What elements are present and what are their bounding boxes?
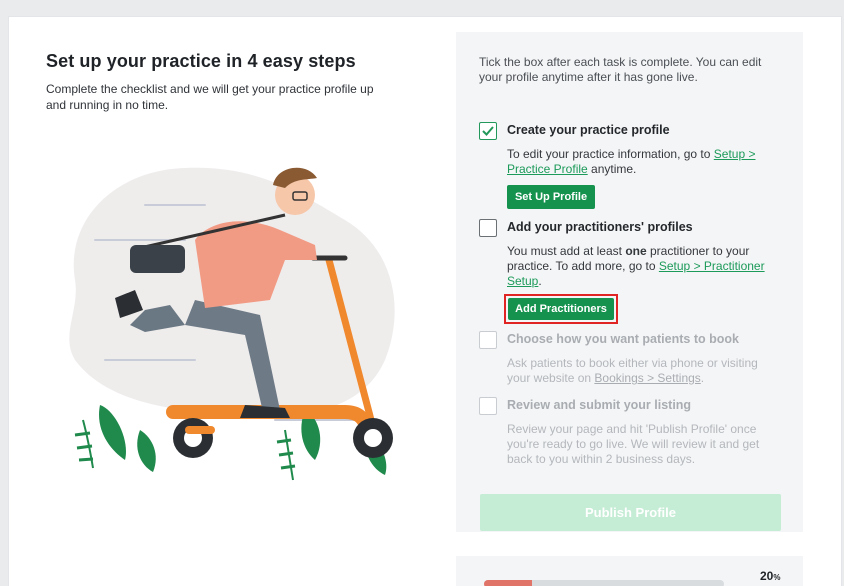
leaf-decoration-left	[74, 405, 156, 472]
checklist-intro: Tick the box after each task is complete…	[479, 55, 762, 84]
task-choose-booking-description: Ask patients to book either via phone or…	[507, 356, 758, 385]
task-review-submit-checkbox[interactable]	[479, 397, 497, 415]
progress-percent: 20%	[760, 569, 781, 583]
progress-panel: 20%	[456, 556, 803, 586]
task-create-profile-title: Create your practice profile	[507, 123, 670, 137]
add-practitioners-button[interactable]: Add Practitioners	[508, 298, 614, 320]
task-add-practitioners-description: You must add at least one practitioner t…	[507, 244, 765, 288]
task-choose-booking-title: Choose how you want patients to book	[507, 332, 739, 346]
scooter-illustration	[69, 167, 395, 481]
task-add-practitioners-checkbox[interactable]	[479, 219, 497, 237]
booking-settings-link[interactable]: Bookings > Settings	[594, 371, 700, 385]
checklist-panel: Tick the box after each task is complete…	[456, 32, 803, 532]
intro-section: Set up your practice in 4 easy steps Com…	[46, 51, 406, 113]
task-create-profile-description: To edit your practice information, go to…	[507, 147, 756, 176]
progress-bar-fill	[484, 580, 532, 586]
checkmark-icon	[482, 126, 494, 136]
set-up-profile-button[interactable]: Set Up Profile	[507, 185, 595, 209]
task-create-profile-checkbox[interactable]	[479, 122, 497, 140]
task-add-practitioners-title: Add your practitioners' profiles	[507, 220, 693, 234]
progress-bar	[484, 580, 724, 586]
page-subtitle: Complete the checklist and we will get y…	[46, 82, 374, 112]
task-review-submit-description: Review your page and hit 'Publish Profil…	[507, 422, 760, 466]
publish-profile-button[interactable]: Publish Profile	[480, 494, 781, 531]
task-review-submit-title: Review and submit your listing	[507, 398, 692, 412]
task-choose-booking-checkbox[interactable]	[479, 331, 497, 349]
page-title: Set up your practice in 4 easy steps	[46, 51, 356, 71]
